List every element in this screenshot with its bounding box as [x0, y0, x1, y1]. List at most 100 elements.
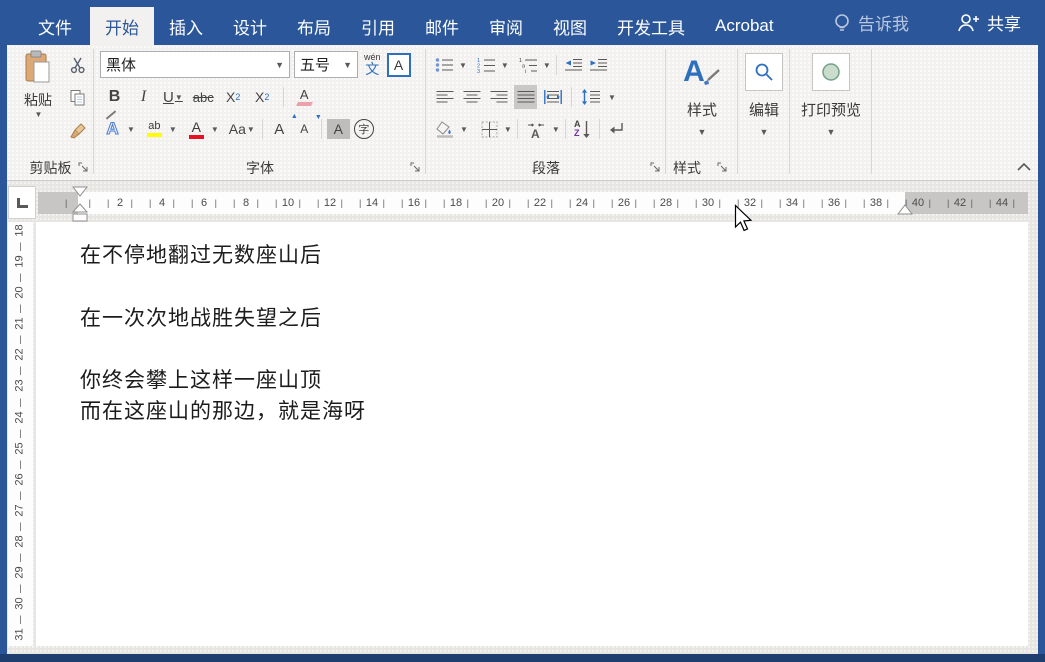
- document-page[interactable]: 在不停地翻过无数座山后 在一次次地战胜失望之后 你终会攀上这样一座山顶而在这座山…: [36, 222, 1028, 646]
- document-line[interactable]: 在不停地翻过无数座山后: [80, 240, 366, 271]
- styles-button[interactable]: A 样式 ▼: [667, 49, 737, 137]
- line-spacing-button[interactable]: [579, 85, 603, 109]
- align-center-button[interactable]: [460, 85, 483, 109]
- right-indent-marker[interactable]: [897, 204, 913, 215]
- tab-9[interactable]: 开发工具: [602, 7, 700, 45]
- collapse-ribbon-button[interactable]: [1016, 160, 1032, 178]
- font-name-dropdown-arrow[interactable]: ▼: [271, 60, 284, 70]
- font-dialog-launcher[interactable]: [410, 160, 422, 172]
- share-button[interactable]: 共享: [957, 10, 1021, 35]
- shrink-font-button[interactable]: A▼: [293, 117, 316, 141]
- share-person-icon: [957, 13, 979, 33]
- paste-dropdown-arrow[interactable]: ▼: [35, 110, 43, 119]
- tab-4[interactable]: 布局: [282, 7, 346, 45]
- tab-3[interactable]: 设计: [218, 7, 282, 45]
- print-preview-button[interactable]: 打印预览 ▼: [791, 49, 871, 137]
- change-case-dropdown-arrow[interactable]: ▼: [247, 125, 255, 134]
- format-painter-button[interactable]: [66, 119, 89, 143]
- tab-2[interactable]: 插入: [154, 7, 218, 45]
- strikethrough-button[interactable]: abc: [191, 85, 216, 109]
- bullets-dropdown-arrow[interactable]: ▼: [459, 61, 467, 70]
- numbering-button[interactable]: 123: [475, 53, 498, 77]
- font-color-button[interactable]: A: [185, 117, 208, 141]
- font-size-dropdown-arrow[interactable]: ▼: [339, 60, 352, 70]
- hanging-indent-marker[interactable]: [72, 203, 88, 222]
- highlight-dropdown-arrow[interactable]: ▼: [169, 125, 177, 134]
- multilevel-dropdown-arrow[interactable]: ▼: [543, 61, 551, 70]
- multilevel-list-button[interactable]: 1ai: [517, 53, 540, 77]
- character-shading-button[interactable]: A: [327, 119, 350, 139]
- sort-button[interactable]: AZ: [571, 117, 594, 141]
- styles-a-glyph: A: [683, 55, 705, 89]
- show-hide-marks-button[interactable]: [605, 117, 628, 141]
- paragraph-dialog-launcher[interactable]: [650, 160, 662, 172]
- bold-button[interactable]: B: [103, 85, 126, 109]
- cut-button[interactable]: [66, 53, 89, 77]
- document-line[interactable]: [80, 334, 366, 365]
- text-effects-button[interactable]: A: [101, 117, 124, 141]
- styles-dropdown-arrow[interactable]: ▼: [698, 127, 707, 137]
- tab-file[interactable]: 文件: [20, 7, 90, 45]
- tab-1[interactable]: 开始: [90, 7, 154, 45]
- clipboard-dialog-launcher[interactable]: [78, 160, 90, 172]
- align-right-button[interactable]: [487, 85, 510, 109]
- document-line[interactable]: 在一次次地战胜失望之后: [80, 303, 366, 334]
- font-size-combobox[interactable]: 五号 ▼: [294, 51, 358, 78]
- v-ruler-cell: 19|: [8, 253, 33, 284]
- subscript-button[interactable]: X2: [222, 85, 245, 109]
- italic-button[interactable]: I: [132, 85, 155, 109]
- paste-button[interactable]: 粘贴 ▼: [12, 50, 64, 154]
- increase-indent-button[interactable]: [587, 53, 610, 77]
- distribute-button[interactable]: [541, 85, 564, 109]
- decrease-indent-button[interactable]: [562, 53, 585, 77]
- line-spacing-dropdown-arrow[interactable]: ▼: [608, 93, 616, 102]
- justify-button[interactable]: [514, 85, 537, 109]
- tell-me-button[interactable]: 告诉我: [833, 10, 909, 35]
- borders-button[interactable]: [478, 117, 501, 141]
- tab-10[interactable]: Acrobat: [700, 7, 789, 45]
- h-ruler-cell: |34|: [771, 192, 813, 214]
- phonetic-guide-button[interactable]: wén 文: [364, 53, 381, 76]
- numbering-dropdown-arrow[interactable]: ▼: [501, 61, 509, 70]
- font-color-dropdown-arrow[interactable]: ▼: [211, 125, 219, 134]
- document-line[interactable]: 而在这座山的那边，就是海呀: [80, 396, 366, 427]
- tab-5[interactable]: 引用: [346, 7, 410, 45]
- align-left-button[interactable]: [433, 85, 456, 109]
- vertical-ruler[interactable]: 18|19|20|21|22|23|24|25|26|27|28|29|30|3…: [8, 222, 33, 646]
- first-line-indent-marker[interactable]: [72, 186, 88, 197]
- editing-button[interactable]: 编辑 ▼: [739, 49, 789, 137]
- font-name-combobox[interactable]: 黑体 ▼: [100, 51, 290, 78]
- grow-font-button[interactable]: A▲: [268, 117, 291, 141]
- clear-formatting-button[interactable]: A: [293, 85, 316, 109]
- shading-button[interactable]: [433, 117, 457, 141]
- editing-dropdown-arrow[interactable]: ▼: [760, 127, 769, 137]
- horizontal-ruler[interactable]: |||2||4||6||8||10||12||14||16||18||20||2…: [7, 192, 1038, 214]
- copy-icon: [69, 89, 87, 107]
- document-text[interactable]: 在不停地翻过无数座山后 在一次次地战胜失望之后 你终会攀上这样一座山顶而在这座山…: [80, 240, 366, 428]
- tab-6[interactable]: 邮件: [410, 7, 474, 45]
- enclose-characters-button[interactable]: 字: [352, 117, 376, 141]
- window-border-left: [0, 45, 7, 654]
- shading-dropdown-arrow[interactable]: ▼: [460, 125, 468, 134]
- superscript-button[interactable]: X2: [251, 85, 274, 109]
- document-line[interactable]: [80, 271, 366, 302]
- character-border-button[interactable]: A: [387, 53, 411, 77]
- copy-button[interactable]: [66, 86, 89, 110]
- print-preview-dropdown-arrow[interactable]: ▼: [827, 127, 836, 137]
- bullets-icon: [435, 57, 454, 73]
- asian-layout-dropdown-arrow[interactable]: ▼: [552, 125, 560, 134]
- bullets-button[interactable]: [433, 53, 456, 77]
- line-spacing-icon: [581, 89, 601, 105]
- asian-layout-button[interactable]: A: [523, 117, 549, 141]
- tab-8[interactable]: 视图: [538, 7, 602, 45]
- underline-button[interactable]: U▼: [161, 85, 185, 109]
- styles-dialog-launcher[interactable]: [717, 160, 729, 172]
- text-effects-dropdown-arrow[interactable]: ▼: [127, 125, 135, 134]
- editing-group: 编辑 ▼: [739, 45, 789, 180]
- document-line[interactable]: 你终会攀上这样一座山顶: [80, 365, 366, 396]
- highlight-color-button[interactable]: ab: [143, 117, 166, 141]
- borders-dropdown-arrow[interactable]: ▼: [504, 125, 512, 134]
- underline-dropdown-arrow[interactable]: ▼: [175, 93, 183, 102]
- change-case-button[interactable]: Aa▼: [227, 117, 257, 141]
- tab-7[interactable]: 审阅: [474, 7, 538, 45]
